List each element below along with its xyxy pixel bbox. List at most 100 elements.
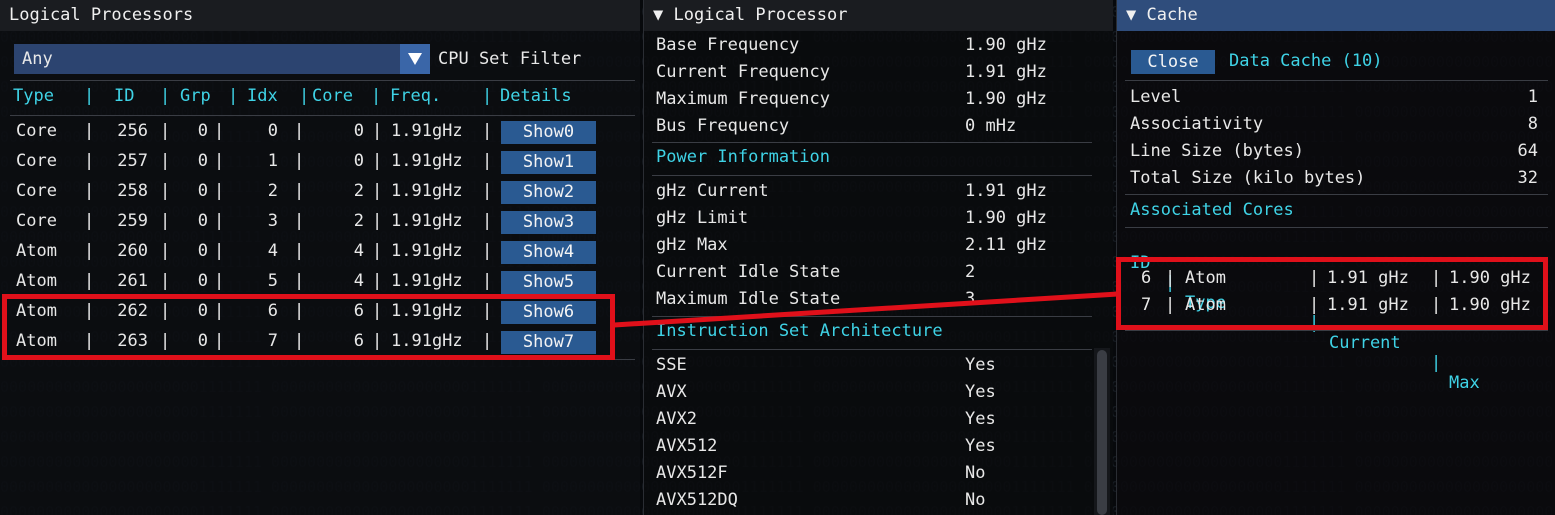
isa-label: AVX2 [656, 409, 697, 429]
cell-id: 261 [117, 271, 148, 291]
header-details: Details [500, 86, 572, 106]
header-freq: Freq. [390, 86, 442, 106]
cell-core: 0 [353, 151, 364, 171]
cache-property-row: Total Size (kilo bytes) 32 [1130, 165, 1538, 192]
divider [652, 349, 1092, 350]
cell-separator: | [84, 241, 95, 261]
collapse-triangle-icon[interactable]: ▼ [1126, 5, 1136, 25]
isa-value: Yes [965, 409, 996, 429]
header-separator: | [160, 86, 171, 106]
power-information-heading: Power Information [656, 147, 830, 167]
show-details-button[interactable]: Show0 [501, 121, 596, 144]
header-current: Current [1329, 333, 1401, 353]
power-label: Maximum Idle State [656, 289, 841, 309]
frequency-row: Bus Frequency 0 mHz [656, 113, 1106, 140]
cell-separator: | [482, 151, 493, 171]
show-details-button[interactable]: Show4 [501, 241, 596, 264]
header-separator: | [482, 86, 493, 106]
cell-separator: | [294, 211, 305, 231]
cell-separator: | [372, 121, 383, 141]
cache-property-value: 32 [1517, 168, 1538, 188]
divider [1125, 194, 1548, 195]
logical-processor-title[interactable]: ▼ Logical Processor [644, 0, 1113, 31]
isa-value: No [965, 463, 986, 483]
dropdown-arrow-button[interactable] [400, 44, 430, 74]
isa-label: AVX512F [656, 463, 728, 483]
cell-separator: | [160, 211, 171, 231]
cell-separator: | [482, 211, 493, 231]
cpu-set-filter-dropdown[interactable]: Any [14, 44, 430, 74]
divider [1125, 330, 1548, 331]
frequency-label: Current Frequency [656, 62, 830, 82]
cell-core: 0 [353, 121, 364, 141]
cache-property-value: 64 [1517, 141, 1538, 161]
cell-id: 260 [117, 241, 148, 261]
frequency-value: 0 mHz [965, 116, 1017, 136]
cache-property-label: Associativity [1130, 114, 1264, 134]
cache-property-label: Line Size (bytes) [1130, 141, 1304, 161]
cell-type: Atom [16, 271, 57, 291]
processor-row: Core | 256 | 0 | 0 | 0 | 1.91gHz | Show0 [0, 116, 640, 146]
cell-id: 257 [117, 151, 148, 171]
show-details-button[interactable]: Show5 [501, 271, 596, 294]
header-separator: | [371, 86, 382, 106]
cell-separator: | [84, 151, 95, 171]
cache-property-row: Line Size (bytes) 64 [1130, 138, 1538, 165]
processor-row: Core | 258 | 0 | 2 | 2 | 1.91gHz | Show2 [0, 176, 640, 206]
frequency-label: Bus Frequency [656, 116, 790, 136]
cell-type: Atom [16, 241, 57, 261]
scrollbar[interactable] [1094, 348, 1110, 515]
divider [652, 316, 1092, 317]
panel-title: Cache [1146, 5, 1198, 25]
frequency-value: 1.90 gHz [965, 89, 1047, 109]
collapse-triangle-icon[interactable]: ▼ [653, 5, 663, 25]
data-cache-label: Data Cache (10) [1229, 51, 1383, 71]
core-table-header: ID | Type | Current | Max [1117, 233, 1555, 393]
show-details-button[interactable]: Show1 [501, 151, 596, 174]
logical-processors-title[interactable]: Logical Processors [0, 0, 640, 31]
cell-separator: | [214, 151, 225, 171]
highlight-box-left [2, 294, 615, 360]
cell-freq: 1.91gHz [391, 211, 463, 231]
scrollbar-thumb[interactable] [1097, 350, 1107, 515]
cell-freq: 1.91gHz [391, 181, 463, 201]
power-label: gHz Limit [656, 208, 749, 228]
isa-label: SSE [656, 355, 687, 375]
header-core: Core [312, 86, 353, 106]
cell-grp: 0 [197, 241, 208, 261]
frequency-value: 1.90 gHz [965, 35, 1047, 55]
panel-title: Logical Processor [673, 5, 848, 25]
header-idx: Idx [247, 86, 278, 106]
power-label: Current Idle State [656, 262, 841, 282]
show-details-button[interactable]: Show2 [501, 181, 596, 204]
power-value: 3 [965, 289, 976, 309]
cell-separator: | [214, 181, 225, 201]
power-row: Maximum Idle State 3 [656, 286, 1106, 313]
power-row: gHz Current 1.91 gHz [656, 178, 1106, 205]
cache-property-label: Level [1130, 87, 1182, 107]
cell-separator: | [482, 181, 493, 201]
header-separator: | [1431, 353, 1442, 373]
cell-separator: | [482, 271, 493, 291]
cell-separator: | [84, 211, 95, 231]
cell-separator: | [160, 181, 171, 201]
cell-grp: 0 [197, 121, 208, 141]
show-details-button[interactable]: Show3 [501, 211, 596, 234]
frequency-value: 1.91 gHz [965, 62, 1047, 82]
cell-idx: 4 [267, 241, 278, 261]
cell-separator: | [294, 121, 305, 141]
cell-separator: | [372, 151, 383, 171]
logical-processors-panel: Logical Processors Any CPU Set Filter Ty… [0, 0, 640, 515]
isa-row: AVX2 Yes [656, 406, 1106, 433]
processor-row: Core | 257 | 0 | 1 | 0 | 1.91gHz | Show1 [0, 146, 640, 176]
cell-grp: 0 [197, 151, 208, 171]
header-max: Max [1449, 373, 1480, 393]
close-button[interactable]: Close [1131, 50, 1215, 74]
power-value: 2 [965, 262, 976, 282]
processor-row: Atom | 261 | 0 | 5 | 4 | 1.91gHz | Show5 [0, 266, 640, 296]
power-row: Current Idle State 2 [656, 259, 1106, 286]
power-row: gHz Limit 1.90 gHz [656, 205, 1106, 232]
power-value: 1.91 gHz [965, 181, 1047, 201]
cache-title[interactable]: ▼ Cache [1117, 0, 1555, 31]
cache-property-value: 1 [1527, 87, 1538, 107]
